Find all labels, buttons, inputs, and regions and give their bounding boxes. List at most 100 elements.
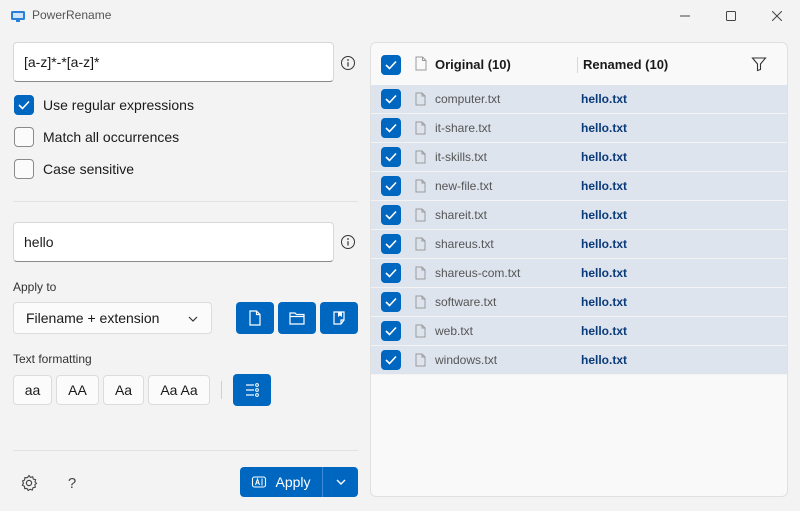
original-filename: shareus-com.txt (435, 266, 521, 280)
checkmark-icon (385, 152, 397, 162)
separator (221, 381, 222, 399)
original-filename: it-share.txt (435, 121, 492, 135)
file-row[interactable]: software.txt hello.txt (371, 288, 787, 317)
include-files-button[interactable] (236, 302, 274, 334)
checkmark-icon (385, 94, 397, 104)
row-checkbox[interactable] (381, 292, 401, 312)
file-row[interactable]: web.txt hello.txt (371, 317, 787, 346)
lowercase-label: aa (24, 382, 41, 398)
match-all-checkbox[interactable]: Match all occurrences (14, 126, 179, 148)
minimize-icon (680, 15, 690, 17)
minimize-button[interactable] (662, 0, 708, 32)
checkmark-icon (18, 100, 30, 110)
files-panel: Original (10) Renamed (10) computer.txt h… (370, 42, 788, 497)
row-checkbox[interactable] (381, 89, 401, 109)
original-filename: web.txt (435, 324, 474, 338)
row-checkbox[interactable] (381, 118, 401, 138)
checkmark-icon (385, 268, 397, 278)
uppercase-label: AA (68, 382, 87, 398)
include-folders-button[interactable] (278, 302, 316, 334)
file-row[interactable]: new-file.txt hello.txt (371, 172, 787, 201)
text-formatting-label: Text formatting (13, 352, 92, 366)
checkbox-box (14, 95, 34, 115)
checkmark-icon (385, 297, 397, 307)
select-all-checkbox[interactable] (381, 55, 401, 75)
apply-button[interactable]: Apply (240, 467, 358, 497)
enumerate-items-button[interactable] (233, 374, 271, 406)
renamed-filename: hello.txt (581, 179, 628, 193)
checkmark-icon (385, 123, 397, 133)
file-icon (415, 237, 426, 251)
title-bar: PowerRename (0, 0, 800, 32)
maximize-button[interactable] (708, 0, 754, 32)
file-row[interactable]: shareit.txt hello.txt (371, 201, 787, 230)
apply-to-dropdown[interactable]: Filename + extension (13, 302, 212, 334)
original-column-header[interactable]: Original (10) (435, 57, 511, 72)
renamed-filename: hello.txt (581, 266, 628, 280)
replace-input[interactable]: hello (13, 222, 334, 262)
capitalize-each-word-button[interactable]: Aa Aa (148, 375, 210, 405)
file-row[interactable]: it-skills.txt hello.txt (371, 143, 787, 172)
checkmark-icon (385, 326, 397, 336)
close-button[interactable] (754, 0, 800, 32)
row-checkbox[interactable] (381, 205, 401, 225)
list-header: Original (10) Renamed (10) (371, 43, 787, 85)
renamed-column-header[interactable]: Renamed (10) (583, 57, 668, 72)
chevron-down-icon (336, 479, 345, 485)
file-icon (415, 295, 426, 309)
row-checkbox[interactable] (381, 350, 401, 370)
app-icon (11, 11, 25, 22)
checkmark-icon (385, 60, 397, 70)
file-row[interactable]: shareus.txt hello.txt (371, 230, 787, 259)
filter-icon[interactable] (751, 56, 767, 72)
row-checkbox[interactable] (381, 176, 401, 196)
renamed-filename: hello.txt (581, 324, 628, 338)
original-filename: computer.txt (435, 92, 501, 106)
file-row[interactable]: shareus-com.txt hello.txt (371, 259, 787, 288)
file-icon (415, 179, 426, 193)
subfolder-icon (333, 311, 345, 325)
lowercase-button[interactable]: aa (13, 375, 52, 405)
renamed-filename: hello.txt (581, 295, 628, 309)
file-icon (415, 266, 426, 280)
settings-button[interactable] (18, 472, 40, 494)
file-row[interactable]: it-share.txt hello.txt (371, 114, 787, 143)
close-icon (772, 11, 782, 21)
checkbox-box (14, 127, 34, 147)
file-icon (415, 121, 426, 135)
apply-label: Apply (275, 474, 311, 490)
folder-icon (289, 312, 305, 325)
renamed-filename: hello.txt (581, 353, 628, 367)
info-icon[interactable] (340, 55, 356, 71)
case-sensitive-checkbox[interactable]: Case sensitive (14, 158, 134, 180)
include-subfolders-button[interactable] (320, 302, 358, 334)
apply-main-button[interactable]: Apply (240, 467, 322, 497)
help-button[interactable]: ? (61, 472, 83, 494)
file-icon (415, 150, 426, 164)
search-input[interactable]: [a-z]*-*[a-z]* (13, 42, 334, 82)
checkmark-icon (385, 181, 397, 191)
uppercase-button[interactable]: AA (56, 375, 99, 405)
divider (13, 201, 358, 202)
info-icon[interactable] (340, 234, 356, 250)
maximize-icon (726, 11, 736, 21)
file-icon (415, 208, 426, 222)
original-filename: it-skills.txt (435, 150, 487, 164)
row-checkbox[interactable] (381, 147, 401, 167)
row-checkbox[interactable] (381, 263, 401, 283)
use-regex-checkbox[interactable]: Use regular expressions (14, 94, 194, 116)
row-checkbox[interactable] (381, 321, 401, 341)
original-filename: windows.txt (435, 353, 498, 367)
row-checkbox[interactable] (381, 234, 401, 254)
apply-to-selected: Filename + extension (26, 310, 160, 326)
titlecase-button[interactable]: Aa (103, 375, 144, 405)
apply-dropdown-button[interactable] (323, 467, 358, 497)
checkmark-icon (385, 355, 397, 365)
file-icon (415, 353, 426, 367)
titlecase-label: Aa (114, 382, 133, 398)
replace-input-value: hello (24, 234, 54, 250)
file-row[interactable]: computer.txt hello.txt (371, 85, 787, 114)
original-filename: new-file.txt (435, 179, 493, 193)
file-list: computer.txt hello.txt it-share.txt hello.t… (371, 85, 787, 375)
file-row[interactable]: windows.txt hello.txt (371, 346, 787, 375)
